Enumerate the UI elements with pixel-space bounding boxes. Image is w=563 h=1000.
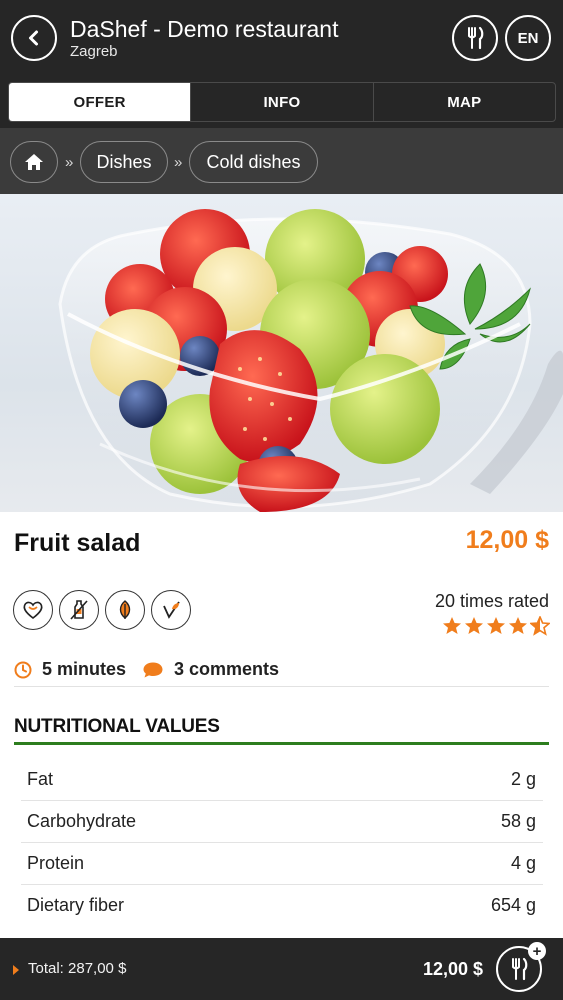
tab-map[interactable]: MAP xyxy=(372,83,555,121)
breadcrumb: » Dishes » Cold dishes xyxy=(0,128,563,194)
diet-badges xyxy=(13,590,191,630)
table-row: Carbohydrate 58 g xyxy=(21,801,543,843)
nutrient-label: Dietary fiber xyxy=(27,895,125,915)
comment-icon xyxy=(143,662,163,677)
nutrient-value: 654 g xyxy=(490,895,536,915)
comments-link[interactable]: 3 comments xyxy=(142,659,279,680)
breadcrumb-cold-dishes[interactable]: Cold dishes xyxy=(189,141,318,183)
nutrition-title: NUTRITIONAL VALUES xyxy=(14,716,220,737)
tab-info[interactable]: INFO xyxy=(190,83,372,121)
nutrient-value: 4 g xyxy=(510,853,536,873)
star-half-icon xyxy=(530,616,550,636)
home-icon xyxy=(25,154,43,170)
nutrient-label: Fat xyxy=(27,769,54,789)
tab-group: OFFER INFO MAP xyxy=(8,82,556,122)
breadcrumb-separator: » xyxy=(65,154,74,171)
comments-text: 3 comments xyxy=(174,659,280,679)
table-row: Dietary fiber 654 g xyxy=(21,885,543,927)
prep-time-text: 5 minutes xyxy=(42,659,127,679)
nutrient-value: 58 g xyxy=(500,811,536,831)
heart-icon xyxy=(13,590,53,630)
table-row: Fat 2 g xyxy=(21,759,543,801)
restaurant-city: Zagreb xyxy=(70,43,118,60)
table-row: Protein 4 g xyxy=(21,843,543,885)
nutrient-value: 2 g xyxy=(510,769,536,789)
app-screen: DaShef - Demo restaurant Zagreb EN OFFER… xyxy=(0,0,563,1000)
fruit-salad-illustration xyxy=(58,209,563,512)
plus-icon: + xyxy=(528,942,546,960)
star-icon xyxy=(509,617,527,634)
item-price: 12,00 $ xyxy=(422,959,483,979)
star-icon xyxy=(487,617,505,634)
back-button[interactable] xyxy=(11,15,57,61)
rating-stars[interactable] xyxy=(442,616,550,636)
no-bottle-icon xyxy=(59,590,99,630)
tab-offer[interactable]: OFFER xyxy=(9,83,191,121)
star-icon xyxy=(465,617,483,634)
chevron-left-icon xyxy=(29,30,38,46)
breadcrumb-home[interactable] xyxy=(10,141,58,183)
clock-icon xyxy=(14,661,32,678)
language-button[interactable]: EN xyxy=(505,15,551,61)
nutrient-label: Carbohydrate xyxy=(27,811,137,831)
nutrition-table: Fat 2 g Carbohydrate 58 g Protein 4 g Di… xyxy=(21,759,543,927)
breadcrumb-separator: » xyxy=(174,154,183,171)
prep-time: 5 minutes xyxy=(14,659,126,680)
order-footer: Total: 287,00 $ 12,00 $ + xyxy=(0,938,563,1000)
caret-right-icon[interactable] xyxy=(13,965,19,975)
dish-name: Fruit salad xyxy=(14,529,141,557)
dish-meta: 5 minutes 3 comments xyxy=(14,657,549,687)
add-to-order-button[interactable]: + xyxy=(496,942,546,992)
fork-knife-icon xyxy=(512,957,528,981)
dish-photo xyxy=(0,194,563,512)
leaf-icon xyxy=(105,590,145,630)
nutrition-divider xyxy=(14,742,549,745)
tabs-bar: OFFER INFO MAP xyxy=(0,80,563,128)
vegan-icon xyxy=(151,590,191,630)
breadcrumb-dishes[interactable]: Dishes xyxy=(80,141,168,183)
fork-knife-icon xyxy=(468,26,484,50)
nutrient-label: Protein xyxy=(27,853,85,873)
order-total[interactable]: Total: 287,00 $ xyxy=(28,960,126,977)
app-header: DaShef - Demo restaurant Zagreb EN xyxy=(0,0,563,80)
star-icon xyxy=(443,617,461,634)
dish-price: 12,00 $ xyxy=(465,526,549,554)
restaurant-title: DaShef - Demo restaurant xyxy=(70,16,339,42)
menu-button[interactable] xyxy=(452,15,498,61)
rating-count: 20 times rated xyxy=(434,591,549,611)
